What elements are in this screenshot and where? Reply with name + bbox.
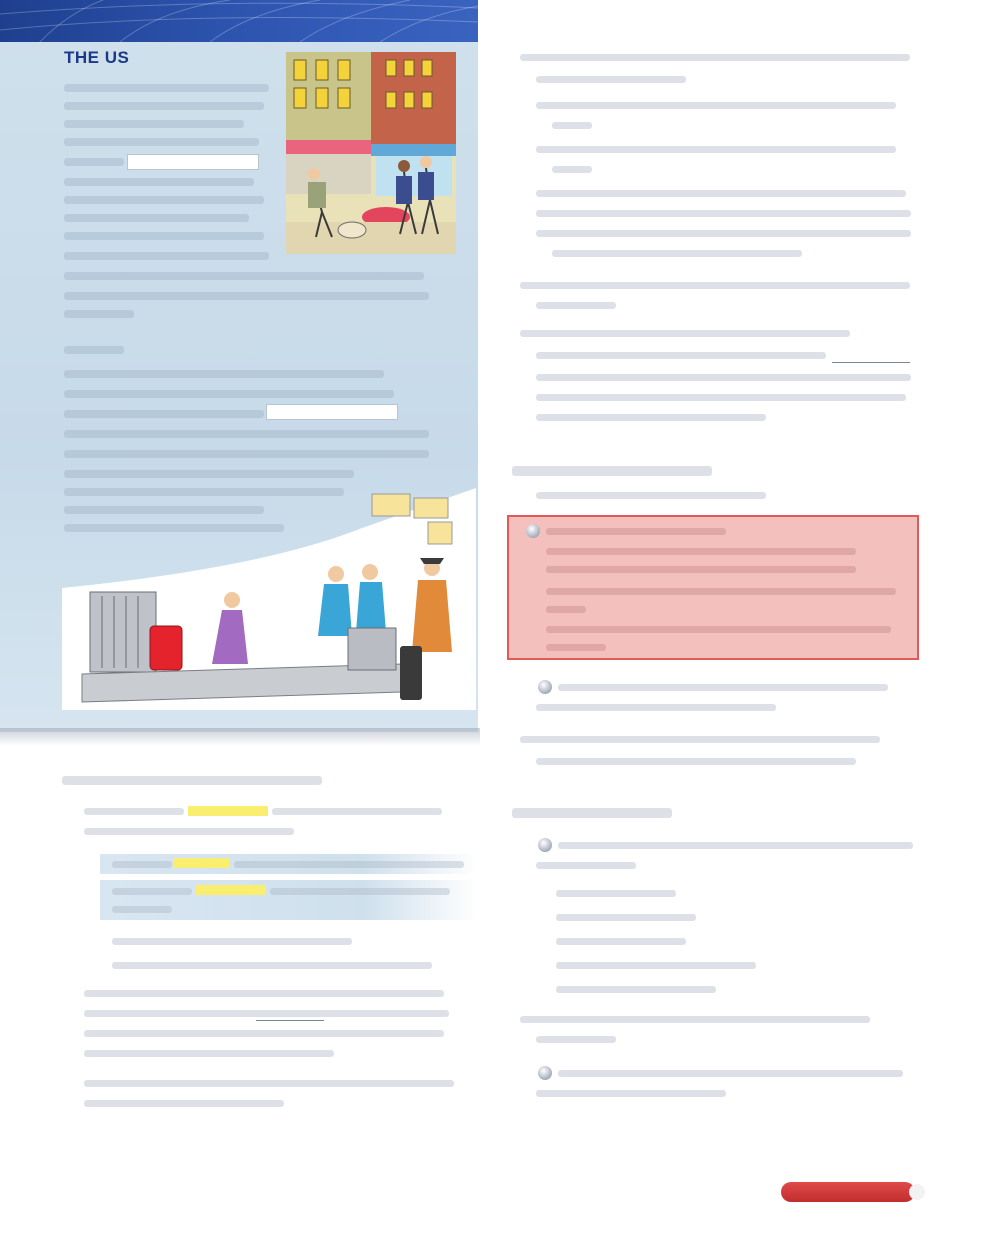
section-heading-line [512, 466, 712, 476]
underline-blank[interactable] [256, 1020, 324, 1021]
panel-shadow [0, 728, 480, 746]
page-number-tab [781, 1182, 925, 1202]
example-band [100, 880, 478, 920]
globe-grid-pattern [0, 0, 478, 42]
text-line [84, 1080, 454, 1087]
text-line [558, 1070, 903, 1077]
text-line [234, 861, 464, 868]
text-line [64, 390, 394, 398]
text-line [552, 166, 592, 173]
text-line [556, 890, 676, 897]
text-line [546, 528, 726, 535]
text-line [536, 492, 766, 499]
text-line [64, 346, 124, 354]
text-line [536, 102, 896, 109]
text-line [520, 1016, 870, 1023]
highlighted-word [188, 806, 268, 816]
text-line [536, 76, 686, 83]
text-line [112, 906, 172, 913]
text-line [546, 588, 896, 595]
text-line [556, 938, 686, 945]
text-line [536, 190, 906, 197]
text-line [536, 230, 911, 237]
text-line [536, 704, 776, 711]
text-line [64, 450, 429, 458]
text-line [558, 684, 888, 691]
text-line [552, 250, 802, 257]
text-line [84, 1050, 334, 1057]
audio-icon[interactable] [538, 1066, 552, 1080]
text-line [64, 252, 269, 260]
text-line [84, 990, 444, 997]
tip-icon [526, 524, 540, 538]
text-line [84, 808, 184, 815]
text-line [558, 842, 913, 849]
text-line [520, 54, 910, 61]
text-line [84, 828, 294, 835]
text-line [520, 330, 850, 337]
text-line [552, 122, 592, 129]
text-line [84, 1100, 284, 1107]
text-line [64, 410, 264, 418]
text-line [536, 302, 616, 309]
text-line [112, 962, 432, 969]
text-line [536, 374, 911, 381]
text-line [270, 888, 450, 895]
text-line [64, 292, 429, 300]
text-line [546, 626, 891, 633]
text-line [546, 548, 856, 555]
text-line [64, 272, 424, 280]
text-line [64, 310, 134, 318]
text-line [556, 914, 696, 921]
text-line [64, 178, 254, 186]
text-line [556, 986, 716, 993]
text-line [112, 938, 352, 945]
text-line [536, 352, 826, 359]
text-line [64, 430, 429, 438]
text-line [64, 232, 264, 240]
text-line [556, 962, 756, 969]
text-line [272, 808, 442, 815]
text-line [536, 146, 896, 153]
text-line [64, 470, 354, 478]
text-line [64, 370, 384, 378]
text-line [536, 758, 856, 765]
text-line [84, 1030, 444, 1037]
underline-blank[interactable] [832, 362, 910, 363]
highlighted-word [174, 858, 230, 868]
text-line [546, 566, 856, 573]
text-line [64, 196, 264, 204]
header-banner [0, 0, 478, 42]
text-line [64, 138, 259, 146]
text-line [546, 606, 586, 613]
audio-icon[interactable] [538, 680, 552, 694]
answer-blank[interactable] [266, 404, 398, 420]
text-line [64, 158, 124, 166]
text-line [112, 861, 172, 868]
text-line [84, 1010, 449, 1017]
text-line [64, 214, 249, 222]
text-line [536, 1090, 726, 1097]
text-line [536, 1036, 616, 1043]
street-scene-illustration [286, 52, 456, 254]
section-title: THE US [64, 48, 130, 67]
highlighted-word [196, 885, 266, 895]
text-line [536, 394, 906, 401]
text-line [546, 644, 606, 651]
text-line [536, 414, 766, 421]
section-heading-line [512, 808, 672, 818]
text-line [536, 210, 911, 217]
text-line [536, 862, 636, 869]
text-line [520, 736, 880, 743]
text-line [112, 888, 192, 895]
section-heading-line [62, 776, 322, 785]
audio-icon[interactable] [538, 838, 552, 852]
text-line [64, 120, 244, 128]
text-line [64, 84, 269, 92]
text-line [64, 102, 264, 110]
answer-blank[interactable] [127, 154, 259, 170]
airport-baggage-carousel-illustration [62, 488, 476, 710]
text-line [520, 282, 910, 289]
